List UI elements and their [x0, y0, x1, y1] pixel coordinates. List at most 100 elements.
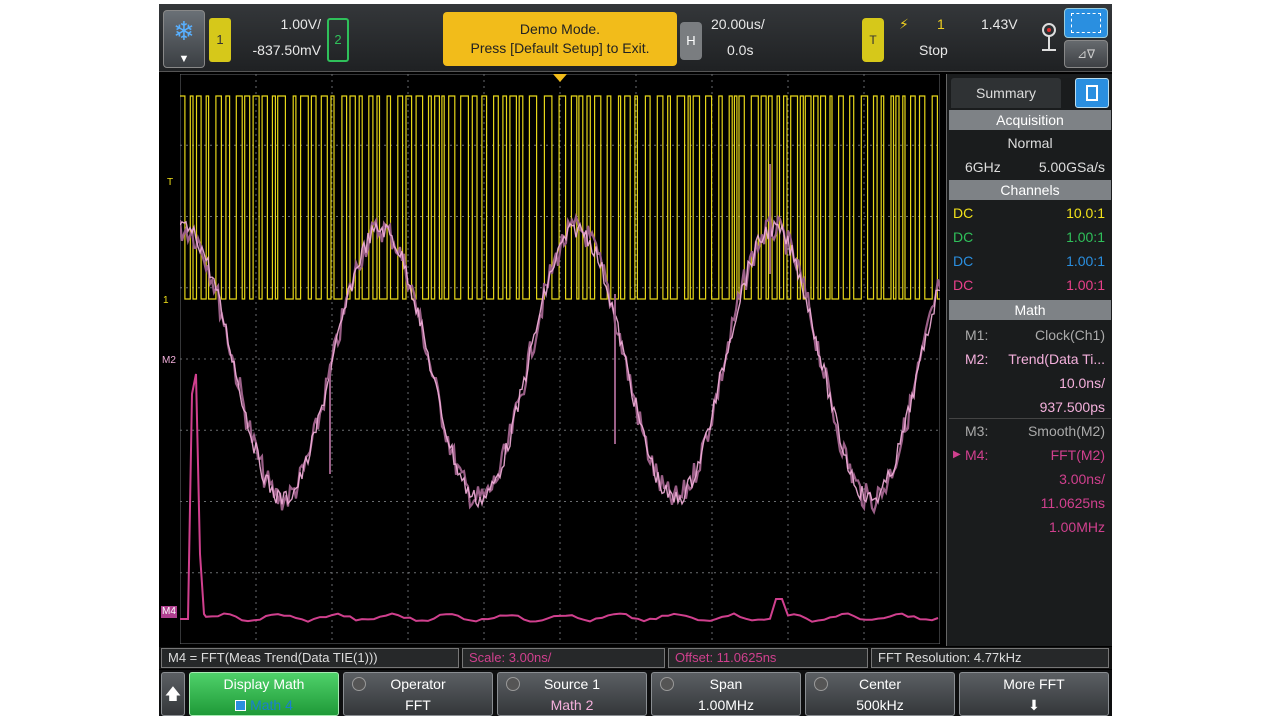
source-1-title: Source 1 — [543, 676, 601, 692]
math-4-offset: 11.0625ns — [1040, 495, 1105, 511]
math-1-value: Clock(Ch1) — [1034, 327, 1105, 343]
trigger-level-marker[interactable]: T — [167, 178, 173, 188]
summary-icon-button[interactable] — [1075, 78, 1109, 108]
span-value: 1.00MHz — [697, 697, 755, 713]
math-status-bar: M4 = FFT(Meas Trend(Data TIE(1))) Scale:… — [159, 647, 1112, 669]
center-title: Center — [858, 676, 902, 692]
selected-arrow-icon: ▶ — [953, 449, 961, 460]
math-4-waveform — [180, 373, 939, 623]
math-2-label: M2: — [965, 351, 989, 367]
channel-1-coupling: DC — [953, 205, 974, 221]
horizontal-tag[interactable]: H — [680, 22, 702, 60]
snowflake-icon: ❄ — [173, 16, 195, 46]
channels-header: Channels — [949, 180, 1111, 200]
channel-row-3: DC 1.00:1 — [947, 250, 1112, 272]
time-per-division: 20.00us/ — [711, 16, 765, 32]
channel-1-waveform — [180, 95, 940, 300]
summary-tab[interactable]: Summary — [951, 78, 1061, 108]
up-arrow-icon: 🡅 — [164, 686, 182, 703]
horizontal-delay: 0.0s — [727, 42, 754, 58]
math-header: Math — [949, 300, 1111, 320]
math-2-row: M2: Trend(Data Ti... — [947, 348, 1112, 370]
channel-1-ground-marker[interactable]: 1 — [163, 296, 169, 306]
source-1-value: Math 2 — [550, 697, 594, 713]
math-4-offset-row: 11.0625ns — [947, 492, 1112, 514]
trigger-source: 1 — [937, 16, 945, 32]
math-3-row: M3: Smooth(M2) — [947, 420, 1112, 442]
back-button[interactable]: 🡅 — [161, 672, 185, 716]
trigger-tag[interactable]: T — [862, 18, 884, 62]
oscilloscope-screen: ❄ ▼ 1 1.00V/ -837.50mV 2 Demo Mode. Pres… — [159, 4, 1112, 716]
math-4-scale-row: 3.00ns/ — [947, 468, 1112, 490]
trigger-position-marker — [553, 74, 567, 82]
math-1-label: M1: — [965, 327, 989, 343]
operator-title: Operator — [390, 676, 446, 692]
math-4-scale: 3.00ns/ — [1059, 471, 1105, 487]
span-softkey[interactable]: Span 1.00MHz — [651, 672, 801, 716]
display-math-value: Math 4 — [250, 697, 293, 713]
acquisition-mode: Normal — [1007, 135, 1053, 151]
zoom-icon — [1071, 13, 1101, 33]
math-2-reference-marker[interactable]: M2 — [162, 356, 176, 366]
softkey-bar: 🡅 Display Math Math 4 Operator FFT Sourc… — [159, 670, 1112, 716]
math-4-span-row: 1.00MHz — [947, 516, 1112, 538]
more-fft-title: More FFT — [1003, 676, 1065, 692]
document-icon — [1086, 85, 1098, 101]
channel-4-coupling: DC — [953, 277, 974, 293]
math-expression: M4 = FFT(Meas Trend(Data TIE(1))) — [161, 648, 459, 668]
center-softkey[interactable]: Center 500kHz — [805, 672, 955, 716]
channel-4-probe: 1.00:1 — [1066, 277, 1105, 293]
math-2-offset: 937.500ps — [1039, 399, 1105, 415]
channel-2-coupling: DC — [953, 229, 974, 245]
channel-2-probe: 1.00:1 — [1066, 229, 1105, 245]
fft-resolution-readout: FFT Resolution: 4.77kHz — [871, 648, 1109, 668]
math-4-fft-trace — [180, 373, 939, 623]
sample-rate: 5.00GSa/s — [1038, 159, 1105, 175]
math-4-reference-marker[interactable]: M4 — [161, 606, 177, 618]
span-title: Span — [709, 676, 743, 692]
probe-icon — [1042, 23, 1056, 51]
demo-mode-banner: Demo Mode. Press [Default Setup] to Exit… — [443, 12, 677, 66]
more-fft-softkey[interactable]: More FFT ⬇ — [959, 672, 1109, 716]
display-math-softkey[interactable]: Display Math Math 4 — [189, 672, 339, 716]
channel-3-probe: 1.00:1 — [1066, 253, 1105, 269]
acquisition-rates: 6GHz 5.00GSa/s — [947, 156, 1112, 178]
channel-row-1: DC 10.0:1 — [947, 202, 1112, 224]
math-offset-readout: Offset: 11.0625ns — [668, 648, 868, 668]
operator-softkey[interactable]: Operator FFT — [343, 672, 493, 716]
checkbox-icon — [235, 700, 247, 711]
channel-1-tag[interactable]: 1 — [209, 18, 231, 62]
demo-banner-line1: Demo Mode. — [519, 21, 601, 37]
math-4-label: M4: — [965, 447, 989, 463]
run-state: Stop — [919, 42, 948, 58]
display-math-title: Display Math — [223, 676, 305, 692]
trigger-level: 1.43V — [981, 16, 1018, 32]
channel-2-tag[interactable]: 2 — [327, 18, 349, 62]
channel-row-4: DC 1.00:1 — [947, 274, 1112, 296]
main-menu-button[interactable]: ❄ ▼ — [163, 10, 205, 68]
math-4-row: ▶ M4: FFT(M2) — [947, 444, 1112, 466]
demo-banner-line2: Press [Default Setup] to Exit. — [470, 40, 650, 56]
graticule-svg — [180, 74, 940, 644]
math-2-scale: 10.0ns/ — [1059, 375, 1105, 391]
channel-1-probe: 10.0:1 — [1066, 205, 1105, 221]
math-2-scale-row: 10.0ns/ — [947, 372, 1112, 394]
acquisition-header: Acquisition — [949, 110, 1111, 130]
math-3-value: Smooth(M2) — [1027, 423, 1105, 439]
top-status-bar: ❄ ▼ 1 1.00V/ -837.50mV 2 Demo Mode. Pres… — [159, 4, 1112, 72]
zoom-button[interactable] — [1064, 8, 1108, 38]
channel-3-coupling: DC — [953, 253, 974, 269]
rising-edge-icon: ⚡ — [899, 16, 909, 32]
math-scale-readout: Scale: 3.00ns/ — [462, 648, 665, 668]
summary-panel: Summary Acquisition Normal 6GHz 5.00GSa/… — [946, 74, 1112, 646]
math-separator — [949, 418, 1111, 419]
display-math-value-row: Math 4 — [190, 697, 338, 713]
down-arrow-icon: ⬇ — [1028, 697, 1040, 713]
math-4-span: 1.00MHz — [1048, 519, 1105, 535]
channel-1-trace — [180, 95, 940, 300]
waveform-display[interactable] — [180, 74, 940, 644]
channel-1-scale: 1.00V/ — [280, 16, 321, 32]
delta-icon[interactable]: ⊿∇ — [1064, 40, 1108, 68]
math-2-value: Trend(Data Ti... — [1008, 351, 1105, 367]
source-1-softkey[interactable]: Source 1 Math 2 — [497, 672, 647, 716]
